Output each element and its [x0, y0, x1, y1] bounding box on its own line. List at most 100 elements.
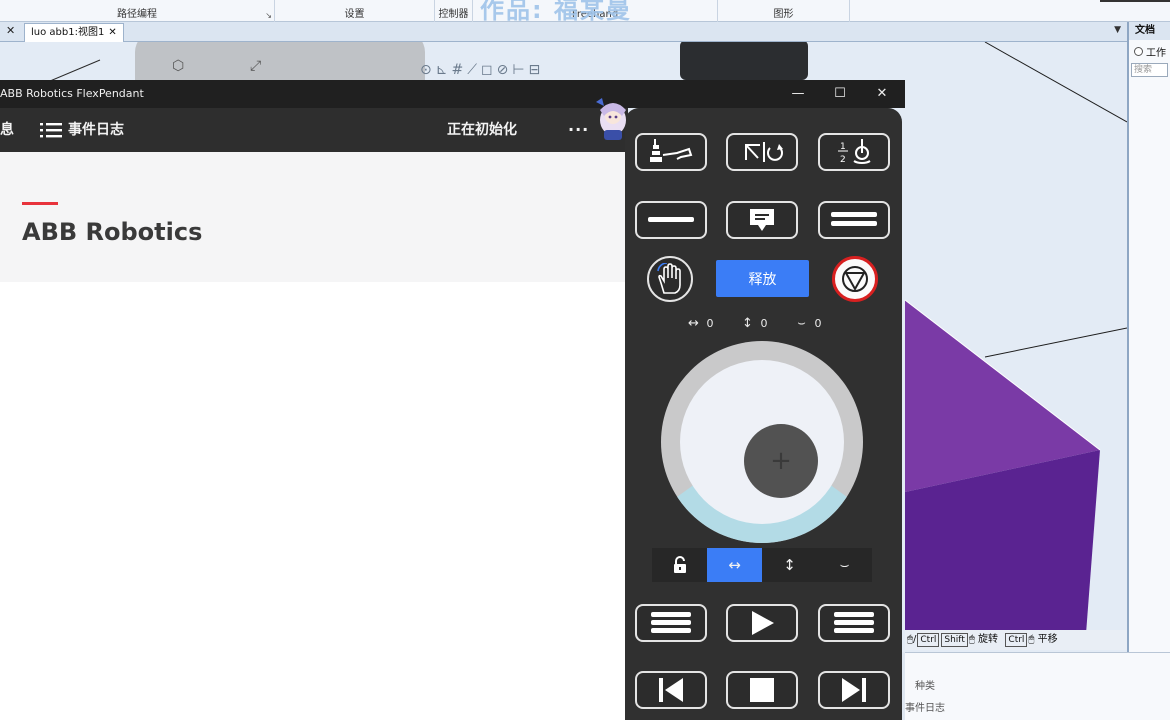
robotstudio-ribbon: 路径编程 ↘ 设置 控制器 Freehand 图形 作品: 福某曼: [0, 0, 1170, 24]
controller-status: 正在初始化: [447, 122, 517, 138]
event-log-label: 事件日志: [68, 122, 124, 138]
view-cube-icon[interactable]: ⬡: [172, 58, 184, 74]
window-title: ABB Robotics FlexPendant: [0, 87, 144, 100]
horizontal-arrows-icon: ↔: [728, 556, 741, 574]
stack-icon: [834, 612, 874, 633]
mouse-icon: 🖱: [1028, 634, 1035, 645]
motion-mode-button[interactable]: [726, 133, 798, 171]
mouse-icon: 🖱: [968, 634, 975, 645]
step-backward-button[interactable]: [635, 671, 707, 709]
vertical-mode-button[interactable]: ↕: [762, 548, 817, 582]
message-icon: [750, 209, 774, 231]
axis-readout: ↔ 0 ↕ 0 ⌣ 0: [625, 314, 902, 332]
rotate-hint: 旋转: [978, 634, 999, 645]
mouse-icon: 🖱: [907, 634, 913, 645]
avatar: [596, 98, 626, 140]
output-panel: 种类 事件日志: [905, 652, 1170, 720]
key-shift: Shift: [941, 633, 968, 647]
motion-mode-icon: [745, 142, 783, 162]
plus-icon[interactable]: +: [744, 424, 818, 498]
emergency-stop-button[interactable]: [832, 256, 878, 302]
axis-y-value: 0: [760, 316, 768, 330]
rotate-axis-icon: ⌣: [797, 315, 806, 331]
horizontal-axis-icon: ↔: [688, 315, 699, 331]
page-title: ABB Robotics: [22, 218, 203, 246]
output-column-type: 种类: [915, 681, 935, 692]
joystick[interactable]: +: [661, 341, 863, 543]
ribbon-group-label: 路径编程: [117, 9, 157, 20]
step-forward-icon: [842, 678, 866, 702]
axis-rot-value: 0: [814, 316, 822, 330]
lock-mode-button[interactable]: [652, 548, 707, 582]
horizontal-mode-button[interactable]: ↔: [707, 548, 762, 582]
ribbon-group-settings: 设置: [275, 0, 435, 22]
radio-icon[interactable]: [1134, 47, 1143, 56]
bar-icon: [648, 217, 694, 222]
info-button[interactable]: 信息: [0, 108, 14, 152]
hero-accent-bar: [22, 202, 58, 205]
enable-device-button[interactable]: [647, 256, 693, 302]
increment-icon: 1 2: [838, 139, 871, 165]
increment-button[interactable]: 1 2: [818, 133, 890, 171]
task-list-right-button[interactable]: [818, 604, 890, 642]
ribbon-group-label: 图形: [773, 9, 794, 20]
event-log-button[interactable]: 事件日志: [40, 108, 124, 152]
task-list-left-button[interactable]: [635, 604, 707, 642]
tab-view1[interactable]: luo abb1:视图1 ✕: [24, 23, 124, 42]
rotate-icon: ⌣: [839, 556, 850, 574]
key-ctrl: Ctrl: [1005, 633, 1028, 647]
output-row-event-log: 事件日志: [905, 703, 945, 714]
dialog-launcher-icon[interactable]: ↘: [265, 11, 272, 20]
stop-button[interactable]: [726, 671, 798, 709]
step-backward-icon: [659, 678, 683, 702]
document-tabbar: ✕ luo abb1:视图1 ✕ ▼: [0, 22, 1127, 42]
hold-to-run-button[interactable]: [635, 201, 707, 239]
jog-panel: 1 2 释放 ↔ 0 ↕ 0 ⌣ 0 + ↔ ↕ ⌣: [625, 108, 902, 720]
play-button[interactable]: [726, 604, 798, 642]
axis-x-value: 0: [706, 316, 714, 330]
hand-icon: [657, 263, 681, 294]
joystick-pad[interactable]: +: [680, 360, 844, 524]
play-icon: [752, 611, 774, 635]
tab-close-icon[interactable]: ✕: [108, 24, 116, 42]
flexpendant-content: ABB Robotics: [0, 152, 628, 720]
close-icon[interactable]: ✕: [6, 24, 15, 37]
panel-header: 文档: [1129, 22, 1170, 40]
robot-arm-icon: [650, 139, 693, 162]
mechanical-unit-button[interactable]: [635, 133, 707, 171]
double-bar-icon: [831, 212, 877, 226]
minimize-button[interactable]: —: [778, 80, 818, 108]
search-input[interactable]: 搜索: [1131, 63, 1168, 77]
more-menu-button[interactable]: ···: [568, 108, 589, 152]
documents-panel: 文档 工作 搜索: [1127, 22, 1170, 652]
vertical-arrows-icon: ↕: [783, 556, 796, 574]
flexpendant-toolbar: 信息 事件日志 正在初始化 ···: [0, 108, 628, 152]
stack-icon: [651, 612, 691, 633]
maximize-button[interactable]: ☐: [820, 80, 860, 108]
release-button[interactable]: 释放: [716, 260, 809, 297]
viewport-status-hints: 🖱/Ctrl Shift 🖱 旋转 Ctrl 🖱 平移: [905, 630, 1127, 650]
ribbon-group-label: 设置: [344, 9, 365, 20]
viewport-toolbar-icons[interactable]: ⊙⊾#⟋◻⊘⊢⊟: [420, 62, 544, 78]
message-button[interactable]: [726, 201, 798, 239]
svg-text:2: 2: [840, 155, 846, 165]
tab-label: luo abb1:视图1: [31, 27, 105, 38]
flexpendant-titlebar[interactable]: ABB Robotics FlexPendant — ☐ ✕: [0, 80, 905, 108]
menu-button[interactable]: [818, 201, 890, 239]
list-icon: [40, 123, 62, 138]
robot-part-dark: [680, 42, 808, 80]
key-ctrl: Ctrl: [917, 633, 940, 647]
unlock-icon: [673, 556, 686, 573]
rotate-mode-button[interactable]: ⌣: [817, 548, 872, 582]
axis-icon[interactable]: ⤢: [250, 58, 261, 74]
ribbon-group-graphics: 图形: [718, 0, 850, 22]
close-button[interactable]: ✕: [862, 80, 902, 108]
radio-option[interactable]: 工作: [1129, 44, 1170, 59]
step-forward-button[interactable]: [818, 671, 890, 709]
radio-label: 工作: [1146, 48, 1166, 59]
stop-icon: [750, 678, 774, 702]
ribbon-group-path-programming: 路径编程 ↘: [0, 0, 275, 22]
info-label: 信息: [0, 122, 14, 138]
pan-hint: 平移: [1037, 634, 1058, 645]
chevron-down-icon[interactable]: ▼: [1114, 25, 1121, 35]
